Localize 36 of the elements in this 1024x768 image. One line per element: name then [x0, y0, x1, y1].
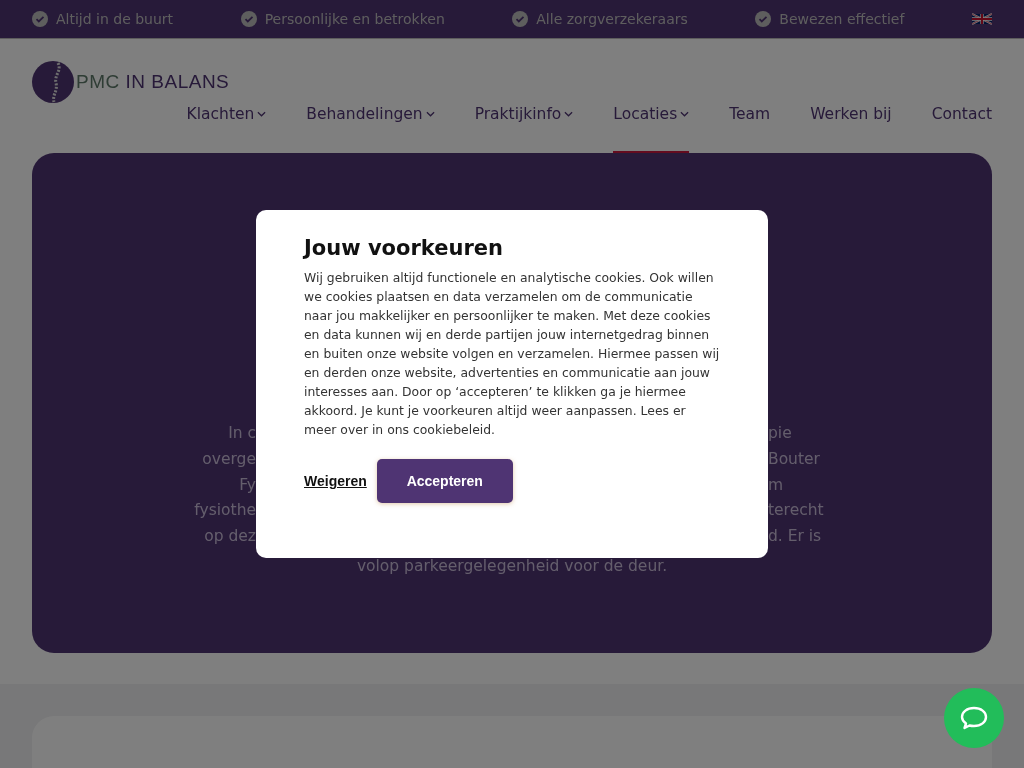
usp-text: Persoonlijke en betrokken [264, 11, 445, 27]
nav-link[interactable]: Praktijkinfo [474, 105, 574, 153]
check-circle-icon [755, 11, 772, 27]
usp-text: Bewezen effectief [779, 11, 905, 27]
check-circle-icon [32, 11, 48, 27]
nav-link[interactable]: Klachten [186, 105, 267, 153]
check-circle-icon [240, 11, 257, 27]
hero-text: volop parkeergelegenheid voor de deur. [355, 556, 669, 577]
hero-text-fragment: terecht [768, 500, 825, 522]
hero-text-fragment: fysiothe [193, 500, 256, 522]
chevron-down-icon [564, 111, 574, 117]
decline-link[interactable]: Weigeren [304, 473, 367, 489]
dialog-title: Jouw voorkeuren [304, 236, 504, 260]
nav-link[interactable]: Werken bij [810, 105, 892, 153]
nav-link[interactable]: Behandelingen [306, 105, 435, 153]
hero-text-fragment: op dez [203, 526, 256, 548]
hero-text-fragment: Fy [238, 474, 256, 496]
chevron-down-icon [257, 111, 267, 117]
chevron-down-icon [680, 111, 690, 117]
nav-link[interactable]: Contact [931, 105, 992, 153]
hero-text-fragment: m [768, 474, 785, 496]
hero-text-fragment: Bouter [768, 448, 821, 470]
check-circle-icon [512, 11, 529, 27]
chevron-down-icon [425, 111, 435, 117]
usp-text: Alle zorgverzekeraars [536, 11, 688, 27]
hero-text-fragment: d. Er is [768, 526, 823, 548]
accept-button[interactable]: Accepteren [376, 459, 513, 503]
hero-text-fragment: In c [227, 423, 256, 444]
hero-text-fragment: pie [768, 423, 793, 444]
hero-text-fragment: overge [201, 448, 256, 470]
spine-logo-icon[interactable] [32, 61, 74, 103]
dialog-body: Wij gebruiken altijd functionele en analytische cookies. Ook willen we cookies plaatsen en data verzamelen om de communicatie naar jou makkelijker en persoonlijker te maken. Met deze cookies en data kunnen wij en derde partijen jouw internetgedrag binnen en buiten onze website volgen en verzamelen. Hiermee passen wij en derden onze website, advertenties en communicatie aan jouw interesses aan. Door op ‘accepteren’ te klikken ga je hiermee akkoord. Je kunt je voorkeuren altijd weer aanpassen. Lees er meer over in ons cookiebeleid. [304, 269, 720, 439]
uk-flag-icon[interactable] [971, 13, 992, 25]
usp-text: Altijd in de buurt [56, 11, 174, 27]
nav-link[interactable]: Team [729, 105, 771, 153]
logo-text[interactable]: PMC IN BALANS [76, 71, 230, 93]
